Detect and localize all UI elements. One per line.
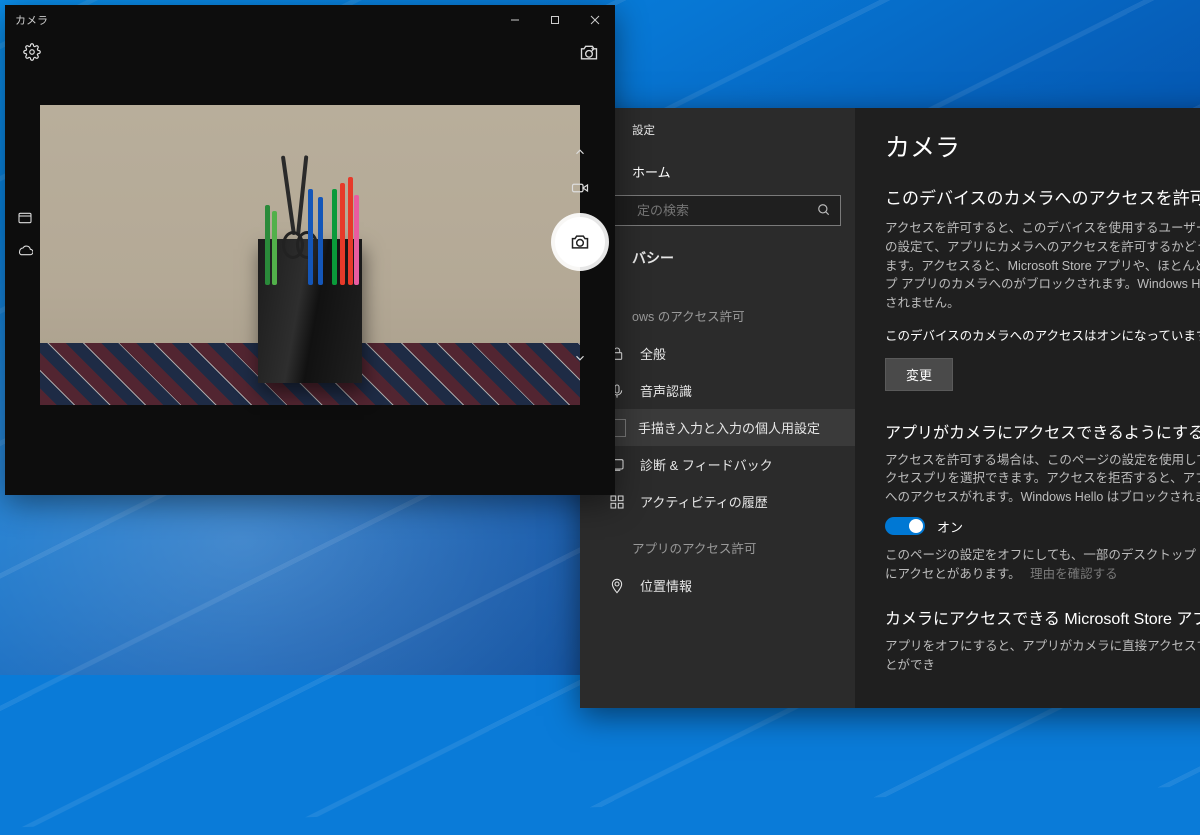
camera-viewport [40,105,580,405]
sidebar-item-location[interactable]: 位置情報 [580,567,855,604]
chevron-up-icon[interactable] [573,145,587,159]
maximize-button[interactable] [535,5,575,35]
sidebar-item-label: 位置情報 [640,576,692,595]
sidebar-item-speech[interactable]: 音声認識 [580,372,855,409]
sidebar-category-privacy: バシー [580,240,855,288]
camera-preview-image [40,105,580,405]
settings-window: 設定 ホーム バシー ows のアクセス許可 全般 音声認識 手描き入力と入力の… [580,108,1200,708]
sidebar-group-app-permissions: アプリのアクセス許可 [580,520,855,567]
camera-title: カメラ [15,12,48,28]
camera-right-controls [555,145,605,365]
toggle-knob [909,519,923,533]
sidebar-item-label: 全般 [640,344,666,363]
location-icon [608,577,626,595]
settings-sidebar: 設定 ホーム バシー ows のアクセス許可 全般 音声認識 手描き入力と入力の… [580,108,855,708]
search-input[interactable] [594,195,841,226]
search-icon[interactable] [817,203,831,220]
settings-window-title: 設定 [580,120,855,156]
sidebar-item-general[interactable]: 全般 [580,335,855,372]
sidebar-item-label: 音声認識 [640,381,692,400]
sidebar-item-label: 手描き入力と入力の個人用設定 [638,418,820,437]
sidebar-home[interactable]: ホーム [580,156,855,195]
sidebar-item-label: 診断 & フィードバック [640,455,773,474]
shutter-button[interactable] [555,217,605,267]
toggle-label: オン [937,517,963,536]
gear-icon[interactable] [23,43,41,61]
change-button[interactable]: 変更 [885,358,953,391]
camera-switch-icon[interactable] [579,43,597,61]
camera-titlebar[interactable]: カメラ [5,5,615,35]
activity-history-icon [608,493,626,511]
sidebar-item-activity[interactable]: アクティビティの履歴 [580,483,855,520]
section1-description: アクセスを許可すると、このデバイスを使用するユーザーはこのページの設定て、アプリ… [885,219,1200,313]
toggle-track[interactable] [885,517,925,535]
section3-heading: カメラにアクセスできる Microsoft Store アプリを選 [885,605,1200,629]
close-button[interactable] [575,5,615,35]
minimize-button[interactable] [495,5,535,35]
chevron-down-icon[interactable] [573,351,587,365]
camera-app-window: カメラ [5,5,615,495]
sidebar-item-diagnostics[interactable]: 診断 & フィードバック [580,446,855,483]
video-mode-icon[interactable] [571,179,589,197]
sidebar-item-label: アクティビティの履歴 [640,492,768,511]
section2-note: このページの設定をオフにしても、一部のデスクトップ アプリがカメラにアクセとがあ… [885,546,1200,584]
section1-status: このデバイスのカメラへのアクセスはオンになっています [885,327,1200,346]
section2-heading: アプリがカメラにアクセスできるようにする [885,419,1200,443]
section3-description: アプリをオフにすると、アプリがカメラに直接アクセスするのを防ぐことができ [885,637,1200,675]
timer-icon[interactable] [17,210,35,228]
search-wrapper [594,195,841,226]
hdr-icon[interactable] [17,242,35,260]
sidebar-item-inking[interactable]: 手描き入力と入力の個人用設定 [580,409,855,446]
camera-left-controls [17,210,35,260]
settings-content: カメラ このデバイスのカメラへのアクセスを許可する アクセスを許可すると、このデ… [855,108,1200,708]
page-title: カメラ [885,128,1200,164]
sidebar-group-windows-permissions: ows のアクセス許可 [580,288,855,335]
allow-apps-camera-toggle[interactable]: オン [885,517,1200,536]
window-controls [495,5,615,35]
section1-heading: このデバイスのカメラへのアクセスを許可する [885,184,1200,209]
section2-description: アクセスを許可する場合は、このページの設定を使用して、カメラにアクセスプリを選択… [885,451,1200,507]
camera-top-toolbar [5,43,615,67]
check-reason-link[interactable]: 理由を確認する [1030,567,1118,581]
